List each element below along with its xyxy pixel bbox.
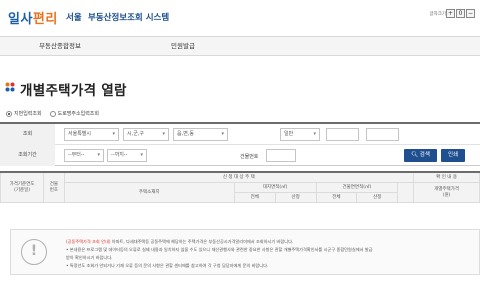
warning-icon: ! [21,239,47,265]
logo-accent-text: 편리 [32,12,58,27]
chevron-down-icon: ▾ [221,131,224,137]
col-land-total: 전체 [233,191,276,203]
sigungu-select[interactable]: 시,군,구 ▾ [123,128,169,141]
col-address: 주택소재지 [63,181,235,203]
san-type-value: 일반 [284,131,294,137]
col-building-calc: 산정 [356,191,399,203]
col-price-year: 가격기준연도 (기준일) [0,171,45,203]
notice-box: ! (공동주택가격 조회 안내) 아파트, 다세대주택등 공동주택에 해당하는 … [10,229,480,275]
nav-item-real-estate-info[interactable]: 부동산종합정보 [0,37,120,57]
col-land-area: 대지면적(㎡) [233,181,317,193]
col-land-calc: 산정 [274,191,317,203]
site-logo[interactable]: 일사편리 [8,8,58,27]
font-reset-button[interactable]: 0 [456,9,465,18]
search-icon: 🔍︎ [411,152,419,158]
dong-value: 읍,면,동 [177,131,194,137]
search-button[interactable]: 🔍︎ 검색 [404,149,437,162]
main-lot-input[interactable] [326,128,359,141]
notice-line: • 본내용은 프로그램 및 데이터등의 오류로 실제 내용과 일치하지 않을 수… [66,247,373,252]
sigungu-value: 시,군,구 [127,131,144,137]
search-button-label: 검색 [419,152,430,158]
to-year-select[interactable]: --까지-- ▾ [107,149,147,162]
search-form: 조회 서울특별시 ▾ 시,군,구 ▾ 읍,면,동 ▾ 일반 ▾ 조회기간 --부터-- ▾… [0,122,480,166]
building-no-label: 건물번호 [240,154,259,160]
chevron-down-icon: ▾ [313,131,316,137]
system-name: 부동산정보조회 시스템 [88,13,170,23]
print-button[interactable]: 인쇄 [441,149,465,162]
col-building-no: 건물 번호 [43,171,65,203]
san-type-select[interactable]: 일반 ▾ [280,128,320,141]
page-title: 개별주택가격 열람 [20,83,127,99]
search-row-location: 조회 서울특별시 ▾ 시,군,구 ▾ 읍,면,동 ▾ 일반 ▾ [0,124,480,145]
col-house-price: 개별주택가격 (원) [413,181,480,203]
group-confirm: 확 인 내 용 [413,171,480,183]
radio-selected-icon [6,110,12,117]
to-year-value: --까지-- [111,152,128,158]
chevron-down-icon: ▾ [162,131,165,137]
system-city: 서울 [66,13,82,23]
top-header: 일사편리 서울 부동산정보조회 시스템 글자크기 + 0 − [0,0,480,36]
search-row-period: 조회기간 --부터-- ▾ --까지-- ▾ 건물번호 🔍︎ 검색 인쇄 [0,145,480,166]
col-building-area: 건물연면적(㎡) [315,181,399,193]
search-row-label: 조회 [0,124,55,145]
font-decrease-button[interactable]: − [466,9,475,18]
radio-lot-number-label: 지번입력조회 [14,111,42,117]
results-table: 가격기준연도 (기준일) 건물 번호 신 청 대 상 주 택 확 인 내 용 주… [0,171,480,203]
chevron-down-icon: ▾ [140,152,143,158]
from-year-value: --부터-- [68,152,85,158]
chevron-down-icon: ▾ [97,152,100,158]
logo-main-text: 일사 [8,12,33,27]
radio-unselected-icon [49,110,56,117]
notice-line: • 특정년도 조회가 안되거나 기재 오류 등의 문의 사항은 관할 센터에를 … [66,263,269,268]
notice-text: 아파트, 다세대주택등 공동주택에 해당하는 주택가격은 부동산공시가격알리미에… [110,239,294,244]
sido-value: 서울특별시 [68,131,92,137]
notice-highlight: (공동주택가격 조회 안내) [66,239,111,244]
building-no-input[interactable] [266,149,296,162]
radio-road-address-label: 도로명주소입력조회 [57,111,100,117]
nav-item-civil-issuance[interactable]: 민원발급 [123,37,243,57]
sub-lot-input[interactable] [366,128,399,141]
notice-line: 받아 확인하시기 바랍니다. [66,255,113,260]
font-size-label: 글자크기 [429,12,446,17]
notice-line: (공동주택가격 조회 안내) 아파트, 다세대주택등 공동주택에 해당하는 주택… [66,239,293,245]
sido-select[interactable]: 서울특별시 ▾ [64,128,119,141]
radio-lot-number[interactable]: 지번입력조회 [6,110,42,117]
col-building-total: 전체 [315,191,358,203]
col-spacer [397,181,415,203]
from-year-select[interactable]: --부터-- ▾ [64,149,104,162]
radio-road-address[interactable]: 도로명주소입력조회 [49,110,100,117]
search-type-options: 지번입력조회 도로명주소입력조회 [6,110,99,117]
font-increase-button[interactable]: + [446,9,455,18]
chevron-down-icon: ▾ [112,131,115,137]
main-nav: 부동산종합정보 민원발급 [0,36,480,56]
group-target-house: 신 청 대 상 주 택 [63,171,415,183]
title-dots-icon [5,82,15,92]
font-size-controls: + 0 − [446,9,475,18]
dong-select[interactable]: 읍,면,동 ▾ [173,128,228,141]
period-row-label: 조회기간 [0,145,55,166]
